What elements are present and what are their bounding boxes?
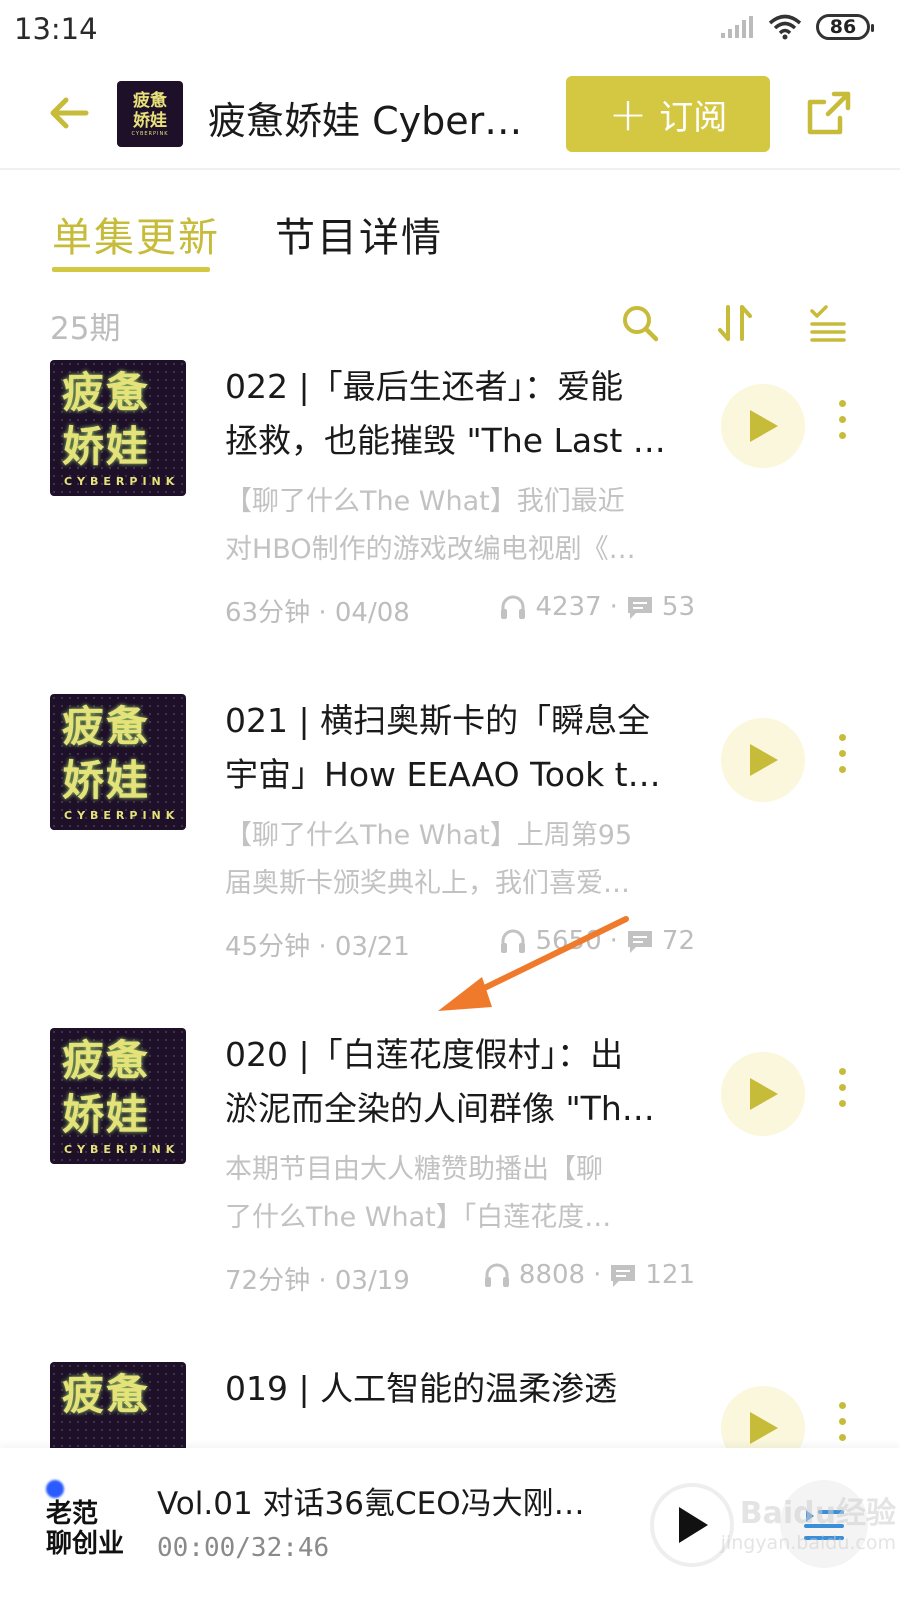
- mini-cover-line1: 老范: [46, 1499, 99, 1529]
- episode-duration-date: 63分钟 · 04/08: [225, 598, 410, 628]
- status-icons: 86: [720, 14, 874, 40]
- cover-subtext: CYBERPINK: [64, 809, 180, 822]
- now-playing-time: 00:00/32:46: [157, 1533, 330, 1563]
- episode-title-line1: 022 |「最后生还者」：爱能: [225, 367, 624, 406]
- search-icon[interactable]: [620, 303, 660, 343]
- play-count: 8808: [518, 1260, 586, 1290]
- subscribe-label: 订阅: [659, 97, 728, 138]
- meta-separator: ·: [593, 1260, 602, 1290]
- battery-indicator: 86: [816, 14, 874, 40]
- episode-cover: 疲惫娇娃 CYBERPINK: [50, 360, 186, 496]
- episode-title-line2: 宇宙」How EEAAO Took t…: [225, 755, 661, 794]
- mini-player-cover: 老范 聊创业: [40, 1476, 132, 1568]
- status-bar: 13:14 86: [0, 0, 900, 60]
- cover-subtext: CYBERPINK: [131, 131, 169, 137]
- episode-cover: 疲惫娇娃 CYBERPINK: [50, 694, 186, 830]
- episode-title-line1: 019 | 人工智能的温柔渗透: [225, 1369, 618, 1408]
- episode-meta: 72分钟 · 03/19 8808 · 121: [225, 1256, 695, 1296]
- share-icon[interactable]: [804, 88, 854, 138]
- watermark-url: jingyan.baidu.com: [720, 1532, 896, 1554]
- headphones-icon: [484, 1263, 509, 1287]
- more-options-icon[interactable]: [832, 400, 852, 450]
- episode-title: 020 |「白莲花度假村」：出 淤泥而全染的人间群像 "Th…: [225, 1028, 685, 1136]
- episode-desc-line2: 了什么The What】「白莲花度…: [225, 1202, 612, 1233]
- episode-description: 【聊了什么The What】上周第95 届奥斯卡颁奖典礼上，我们喜爱…: [225, 812, 685, 908]
- more-options-icon[interactable]: [832, 1068, 852, 1118]
- episode-item[interactable]: 疲惫 019 | 人工智能的温柔渗透: [0, 1362, 900, 1448]
- more-options-icon[interactable]: [832, 734, 852, 784]
- play-count: 4237: [535, 592, 602, 622]
- tab-details[interactable]: 节目详情: [275, 205, 443, 263]
- cover-text: 疲惫娇娃: [62, 1036, 151, 1139]
- subscribe-button[interactable]: + 订阅: [566, 76, 770, 152]
- episode-duration-date: 72分钟 · 03/19: [225, 1266, 410, 1296]
- episode-cover: 疲惫: [50, 1362, 186, 1448]
- cover-text: 疲惫: [62, 1370, 151, 1419]
- headphones-icon: [501, 595, 526, 619]
- episode-count: 25期: [50, 311, 121, 347]
- play-icon: [750, 744, 778, 776]
- cover-subtext: CYBERPINK: [64, 1143, 180, 1156]
- back-arrow-icon[interactable]: [44, 88, 94, 138]
- batch-select-icon[interactable]: [808, 303, 848, 343]
- tab-episodes[interactable]: 单集更新: [52, 205, 220, 263]
- tab-bar: 单集更新 节目详情: [0, 205, 900, 275]
- episode-play-button[interactable]: [721, 384, 805, 468]
- status-time: 13:14: [14, 12, 98, 46]
- episode-desc-line1: 本期节目由大人糖赞助播出【聊: [225, 1154, 603, 1185]
- signal-icon: [721, 16, 753, 38]
- episode-title: 022 |「最后生还者」：爱能 拯救，也能摧毁 "The Last …: [225, 360, 685, 468]
- comment-count: 72: [661, 926, 695, 956]
- episode-title: 021 | 横扫奥斯卡的「瞬息全 宇宙」How EEAAO Took t…: [225, 694, 685, 802]
- play-icon: [750, 410, 778, 442]
- play-icon: [750, 1078, 778, 1110]
- header: 疲惫娇娃 CYBERPINK 疲惫娇娃 CyberPink + 订阅: [0, 60, 900, 170]
- episode-desc-line1: 【聊了什么The What】上周第95: [225, 820, 633, 851]
- play-icon: [750, 1412, 778, 1444]
- episode-play-button[interactable]: [721, 1386, 805, 1448]
- episode-cover: 疲惫娇娃 CYBERPINK: [50, 1028, 186, 1164]
- episode-description: 【聊了什么The What】我们最近 对HBO制作的游戏改编电视剧《…: [225, 478, 685, 574]
- cover-subtext: CYBERPINK: [64, 475, 180, 488]
- more-options-icon[interactable]: [832, 1402, 852, 1448]
- comment-icon: [627, 597, 652, 619]
- cover-text: 疲惫娇娃: [62, 702, 151, 805]
- episode-description: 本期节目由大人糖赞助播出【聊 了什么The What】「白莲花度…: [225, 1146, 685, 1242]
- comment-count: 53: [661, 592, 695, 622]
- watermark: Baidu经验 jingyan.baidu.com: [676, 1488, 896, 1554]
- episode-title: 019 | 人工智能的温柔渗透: [225, 1362, 685, 1448]
- episode-desc-line2: 对HBO制作的游戏改编电视剧《…: [225, 534, 636, 565]
- episode-item[interactable]: 疲惫娇娃 CYBERPINK 020 |「白莲花度假村」：出 淤泥而全染的人间群…: [0, 1028, 900, 1328]
- podcast-cover-thumb: 疲惫娇娃 CYBERPINK: [117, 81, 183, 147]
- plus-icon: +: [608, 87, 648, 141]
- episode-duration-date: 45分钟 · 03/21: [225, 932, 410, 962]
- episode-title-line2: 淤泥而全染的人间群像 "Th…: [225, 1089, 655, 1128]
- meta-separator: ·: [609, 592, 618, 622]
- wifi-icon: [768, 14, 802, 40]
- cover-text: 疲惫娇娃: [62, 368, 151, 471]
- episode-play-button[interactable]: [721, 718, 805, 802]
- cover-text: 疲惫娇娃: [133, 91, 167, 131]
- mini-cover-line2: 聊创业: [46, 1529, 125, 1559]
- podcast-title: 疲惫娇娃 CyberPink: [208, 99, 543, 143]
- episode-play-button[interactable]: [721, 1052, 805, 1136]
- episode-desc-line2: 届奥斯卡颁奖典礼上，我们喜爱…: [225, 868, 630, 899]
- annotation-arrow-icon: [438, 916, 629, 1011]
- sort-icon[interactable]: [715, 303, 755, 343]
- episode-meta: 63分钟 · 04/08 4237 · 53: [225, 588, 695, 628]
- comment-count: 121: [645, 1260, 695, 1290]
- tab-active-indicator: [52, 267, 210, 272]
- episode-toolbar: 25期: [0, 295, 900, 355]
- episode-desc-line1: 【聊了什么The What】我们最近: [225, 486, 625, 517]
- episode-title-line1: 020 |「白莲花度假村」：出: [225, 1035, 624, 1074]
- now-playing-title: Vol.01 对话36氪CEO冯大刚：…: [157, 1486, 607, 1522]
- mini-player[interactable]: 老范 聊创业 Vol.01 对话36氪CEO冯大刚：… 00:00/32:46 …: [0, 1448, 900, 1600]
- comment-icon: [611, 1265, 636, 1287]
- episode-title-line2: 拯救，也能摧毁 "The Last …: [225, 421, 666, 460]
- watermark-title: Baidu经验: [739, 1496, 896, 1531]
- episode-item[interactable]: 疲惫娇娃 CYBERPINK 022 |「最后生还者」：爱能 拯救，也能摧毁 "…: [0, 360, 900, 660]
- episode-title-line1: 021 | 横扫奥斯卡的「瞬息全: [225, 701, 651, 740]
